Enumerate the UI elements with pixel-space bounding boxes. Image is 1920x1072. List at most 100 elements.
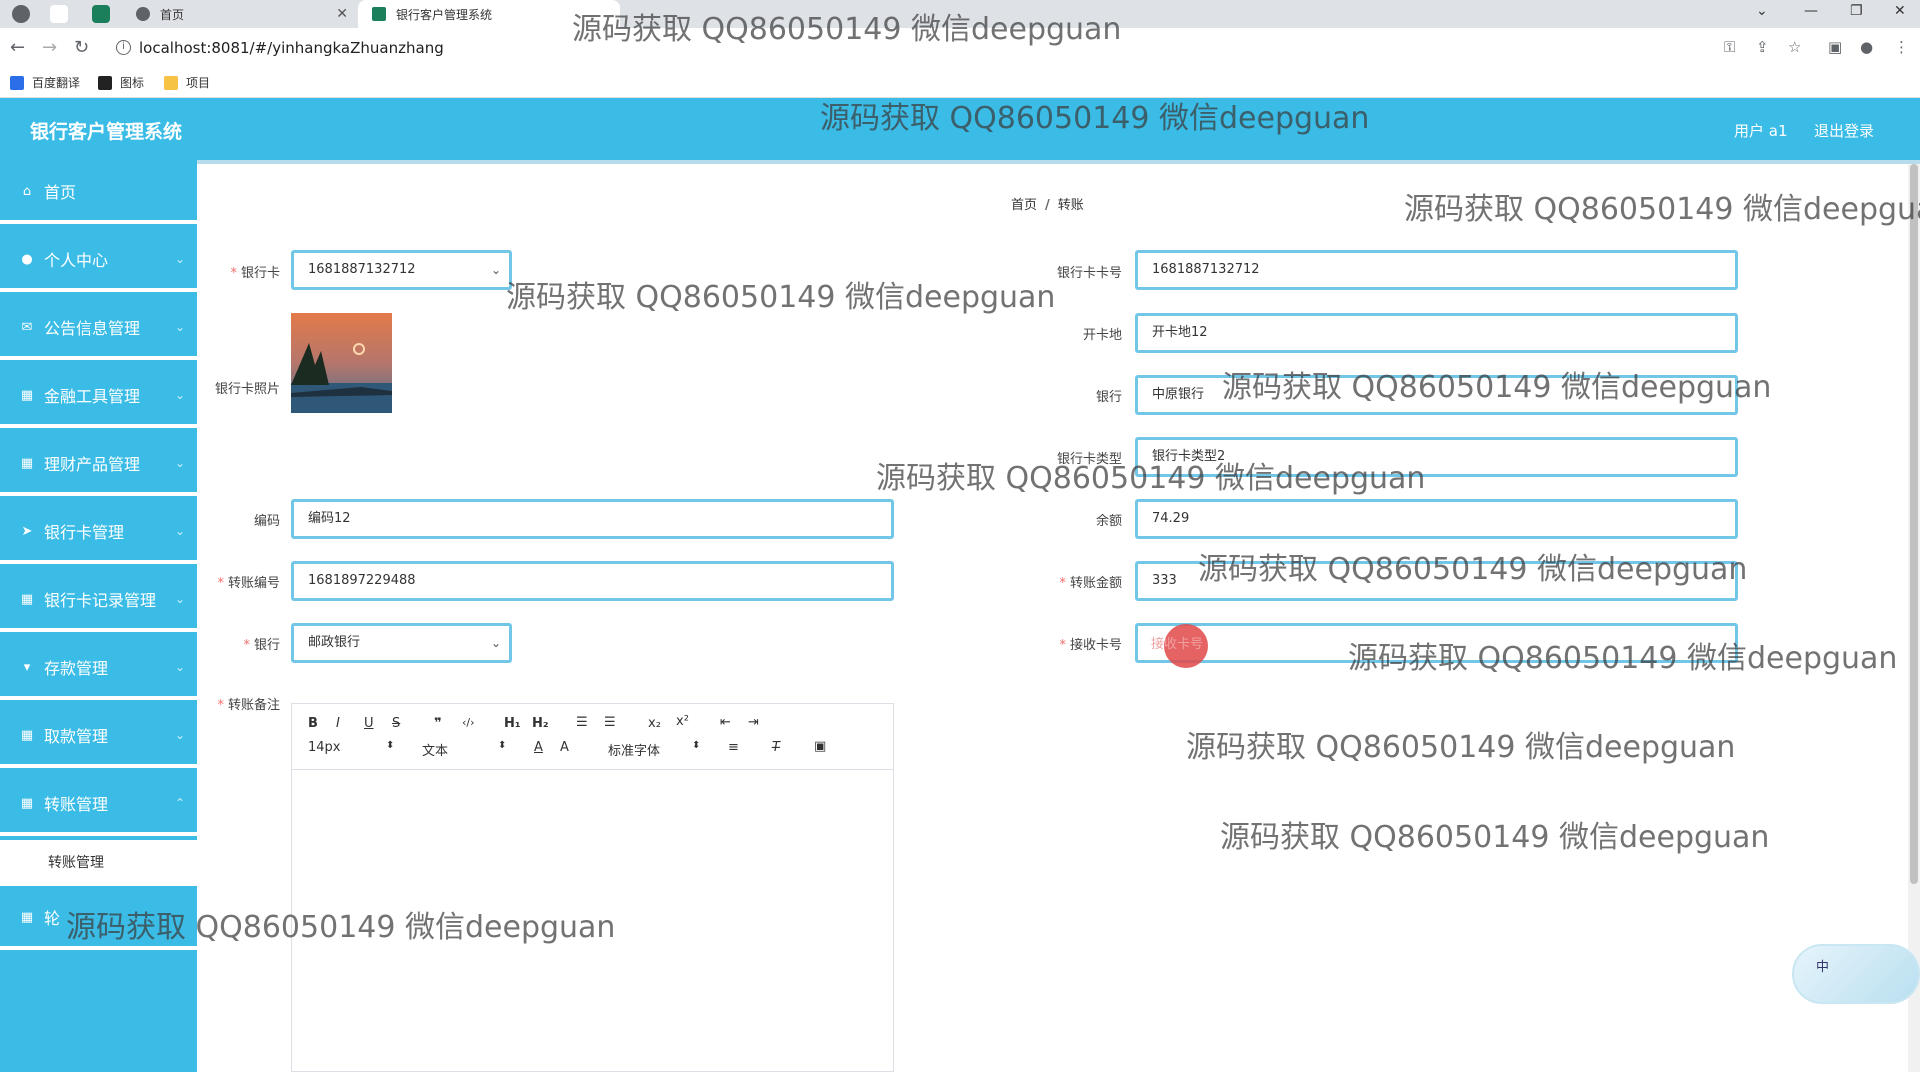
remark-label: * 转账备注 (217, 698, 280, 713)
sidebar-item-personal-center[interactable]: ● 个人中心 ⌄ (0, 230, 197, 292)
heading2-icon[interactable]: H₂ (532, 716, 549, 731)
card-no-input[interactable]: 1681887132712 (1135, 250, 1738, 290)
outdent-icon[interactable]: ⇤ (720, 715, 731, 730)
sidebar-item-home[interactable]: ⌂ 首页 (0, 162, 197, 224)
sidebar-item-label: 取款管理 (44, 727, 109, 746)
sidebar-item-label: 公告信息管理 (44, 319, 141, 338)
code-icon[interactable]: ‹/› (462, 716, 475, 729)
quote-icon[interactable]: ❞ (434, 716, 442, 731)
breadcrumb: 首页 / 转账 (1011, 194, 1084, 213)
blank-tab-icon[interactable] (50, 5, 68, 23)
sidebar-item-notices[interactable]: ✉ 公告信息管理 ⌄ (0, 298, 197, 360)
font-color-icon[interactable]: A (534, 740, 543, 755)
font-size-select[interactable]: 14px (308, 740, 341, 755)
sidebar-item-transfers[interactable]: ▦ 转账管理 ⌃ (0, 774, 197, 836)
italic-icon[interactable]: I (336, 716, 340, 731)
ordered-list-icon[interactable]: ☰ (576, 715, 588, 730)
balance-input[interactable]: 74.29 (1135, 499, 1738, 539)
open-place-input[interactable]: 开卡地12 (1135, 313, 1738, 353)
back-icon[interactable]: ← (10, 37, 25, 58)
heading1-icon[interactable]: H₁ (504, 716, 521, 731)
subscript-icon[interactable]: x₂ (648, 716, 661, 731)
bank-select[interactable]: 邮政银行 ⌄ (291, 623, 512, 663)
sidebar-subitem-transfer-management[interactable]: 转账管理 (0, 840, 197, 886)
bank-label: * 银行 (243, 638, 280, 653)
share-icon[interactable]: ⇪ (1756, 38, 1769, 56)
vue-tab-icon[interactable] (92, 5, 110, 23)
watermark-text: 源码获取 QQ86050149 微信deepguan (506, 280, 1056, 315)
superscript-icon[interactable]: x² (676, 714, 689, 729)
close-tab-icon[interactable]: ✕ (336, 6, 348, 22)
watermark-text: 源码获取 QQ86050149 微信deepguan (66, 910, 616, 945)
app-title: 银行客户管理系统 (30, 121, 183, 143)
restore-icon[interactable]: ❐ (1850, 3, 1863, 19)
bookmark-icons[interactable]: 图标 (98, 74, 144, 91)
grid-icon: ▦ (20, 795, 34, 811)
chevron-down-icon: ⌄ (174, 320, 185, 334)
code-input[interactable]: 编码12 (291, 499, 894, 539)
indent-icon[interactable]: ⇥ (748, 715, 759, 730)
star-icon[interactable]: ☆ (1788, 38, 1801, 56)
site-info-icon[interactable]: i (116, 40, 131, 55)
watermark-text: 源码获取 QQ86050149 微信deepguan (572, 12, 1122, 47)
up-down-icon: ⬍ (498, 740, 507, 751)
bookmark-project[interactable]: 项目 (164, 74, 210, 91)
chevron-down-icon: ⌄ (490, 636, 501, 650)
sidebar-item-label: 理财产品管理 (44, 455, 141, 474)
tab-search-icon[interactable]: ⌄ (1756, 3, 1768, 19)
sidebar-item-financial-tools[interactable]: ▦ 金融工具管理 ⌄ (0, 366, 197, 428)
sidebar-item-wealth-products[interactable]: ▦ 理财产品管理 ⌄ (0, 434, 197, 496)
bookmark-label: 项目 (186, 76, 211, 90)
url-text[interactable]: localhost:8081/#/yinhangkaZhuanzhang (139, 39, 444, 57)
chevron-up-icon: ⌃ (174, 796, 185, 810)
watermark-text: 源码获取 QQ86050149 微信deepguan (820, 101, 1370, 136)
image-icon[interactable]: ▣ (814, 739, 826, 754)
card-photo (291, 313, 392, 413)
block-type-select[interactable]: 文本 (422, 740, 448, 759)
page-scrollbar[interactable] (1908, 164, 1920, 1072)
ime-float-widget[interactable]: 中 (1792, 944, 1920, 1004)
card-bank-label: 银行 (1095, 390, 1122, 405)
underline-icon[interactable]: U (364, 716, 374, 731)
chevron-down-icon: ⌄ (174, 728, 185, 742)
bullet-list-icon[interactable]: ☰ (604, 715, 616, 730)
clear-format-icon[interactable]: T̶ (772, 740, 780, 755)
bold-icon[interactable]: B (308, 716, 318, 731)
sidebar-item-label: 轮 (44, 909, 61, 928)
tab-title: 银行客户管理系统 (396, 7, 493, 22)
strikethrough-icon[interactable]: S (392, 716, 400, 731)
reload-icon[interactable]: ↻ (74, 37, 89, 58)
align-icon[interactable]: ≡ (728, 740, 739, 755)
forward-icon[interactable]: → (42, 37, 57, 58)
receive-card-placeholder: 接收卡号 (1151, 637, 1204, 652)
user-icon: ● (21, 251, 33, 267)
background-color-icon[interactable]: A (560, 740, 569, 755)
code-label: 编码 (253, 514, 280, 529)
key-icon[interactable]: ⚿ (1724, 38, 1735, 56)
card-select[interactable]: 1681887132712 ⌄ (291, 250, 512, 290)
logout-link[interactable]: 退出登录 (1814, 120, 1874, 141)
close-window-icon[interactable]: ✕ (1894, 3, 1906, 19)
image-icon (98, 75, 112, 90)
sidebar-item-withdrawals[interactable]: ▦ 取款管理 ⌄ (0, 706, 197, 768)
open-place-label: 开卡地 (1082, 328, 1122, 343)
rich-text-editor[interactable]: B I U S ❞ ‹/› H₁ H₂ ☰ ☰ x₂ x² ⇤ ⇥ 14px ⬍… (291, 703, 894, 1072)
chevron-down-icon: ⌄ (174, 456, 185, 470)
profile-icon[interactable]: ● (1860, 38, 1873, 56)
tab-home[interactable]: 首页 ✕ (124, 0, 358, 28)
sidebar-item-label: 银行卡记录管理 (44, 591, 157, 610)
more-icon[interactable]: ⋮ (1894, 38, 1909, 56)
bookmark-baidu-translate[interactable]: 百度翻译 (10, 74, 80, 91)
chevron-down-icon: ⌄ (490, 263, 501, 277)
browser-menu-icon[interactable] (12, 5, 30, 23)
transfer-no-input[interactable]: 1681897229488 (291, 561, 894, 601)
breadcrumb-home[interactable]: 首页 (1011, 198, 1037, 213)
sidepanel-icon[interactable]: ▣ (1828, 38, 1842, 56)
up-down-icon: ⬍ (692, 740, 701, 751)
breadcrumb-current: 转账 (1057, 198, 1084, 213)
grid-icon: ▦ (20, 387, 34, 403)
card-label: * 银行卡 (230, 266, 280, 281)
font-family-select[interactable]: 标准字体 (608, 740, 660, 759)
minimize-icon[interactable]: — (1804, 3, 1818, 19)
scrollbar-thumb[interactable] (1910, 164, 1918, 884)
